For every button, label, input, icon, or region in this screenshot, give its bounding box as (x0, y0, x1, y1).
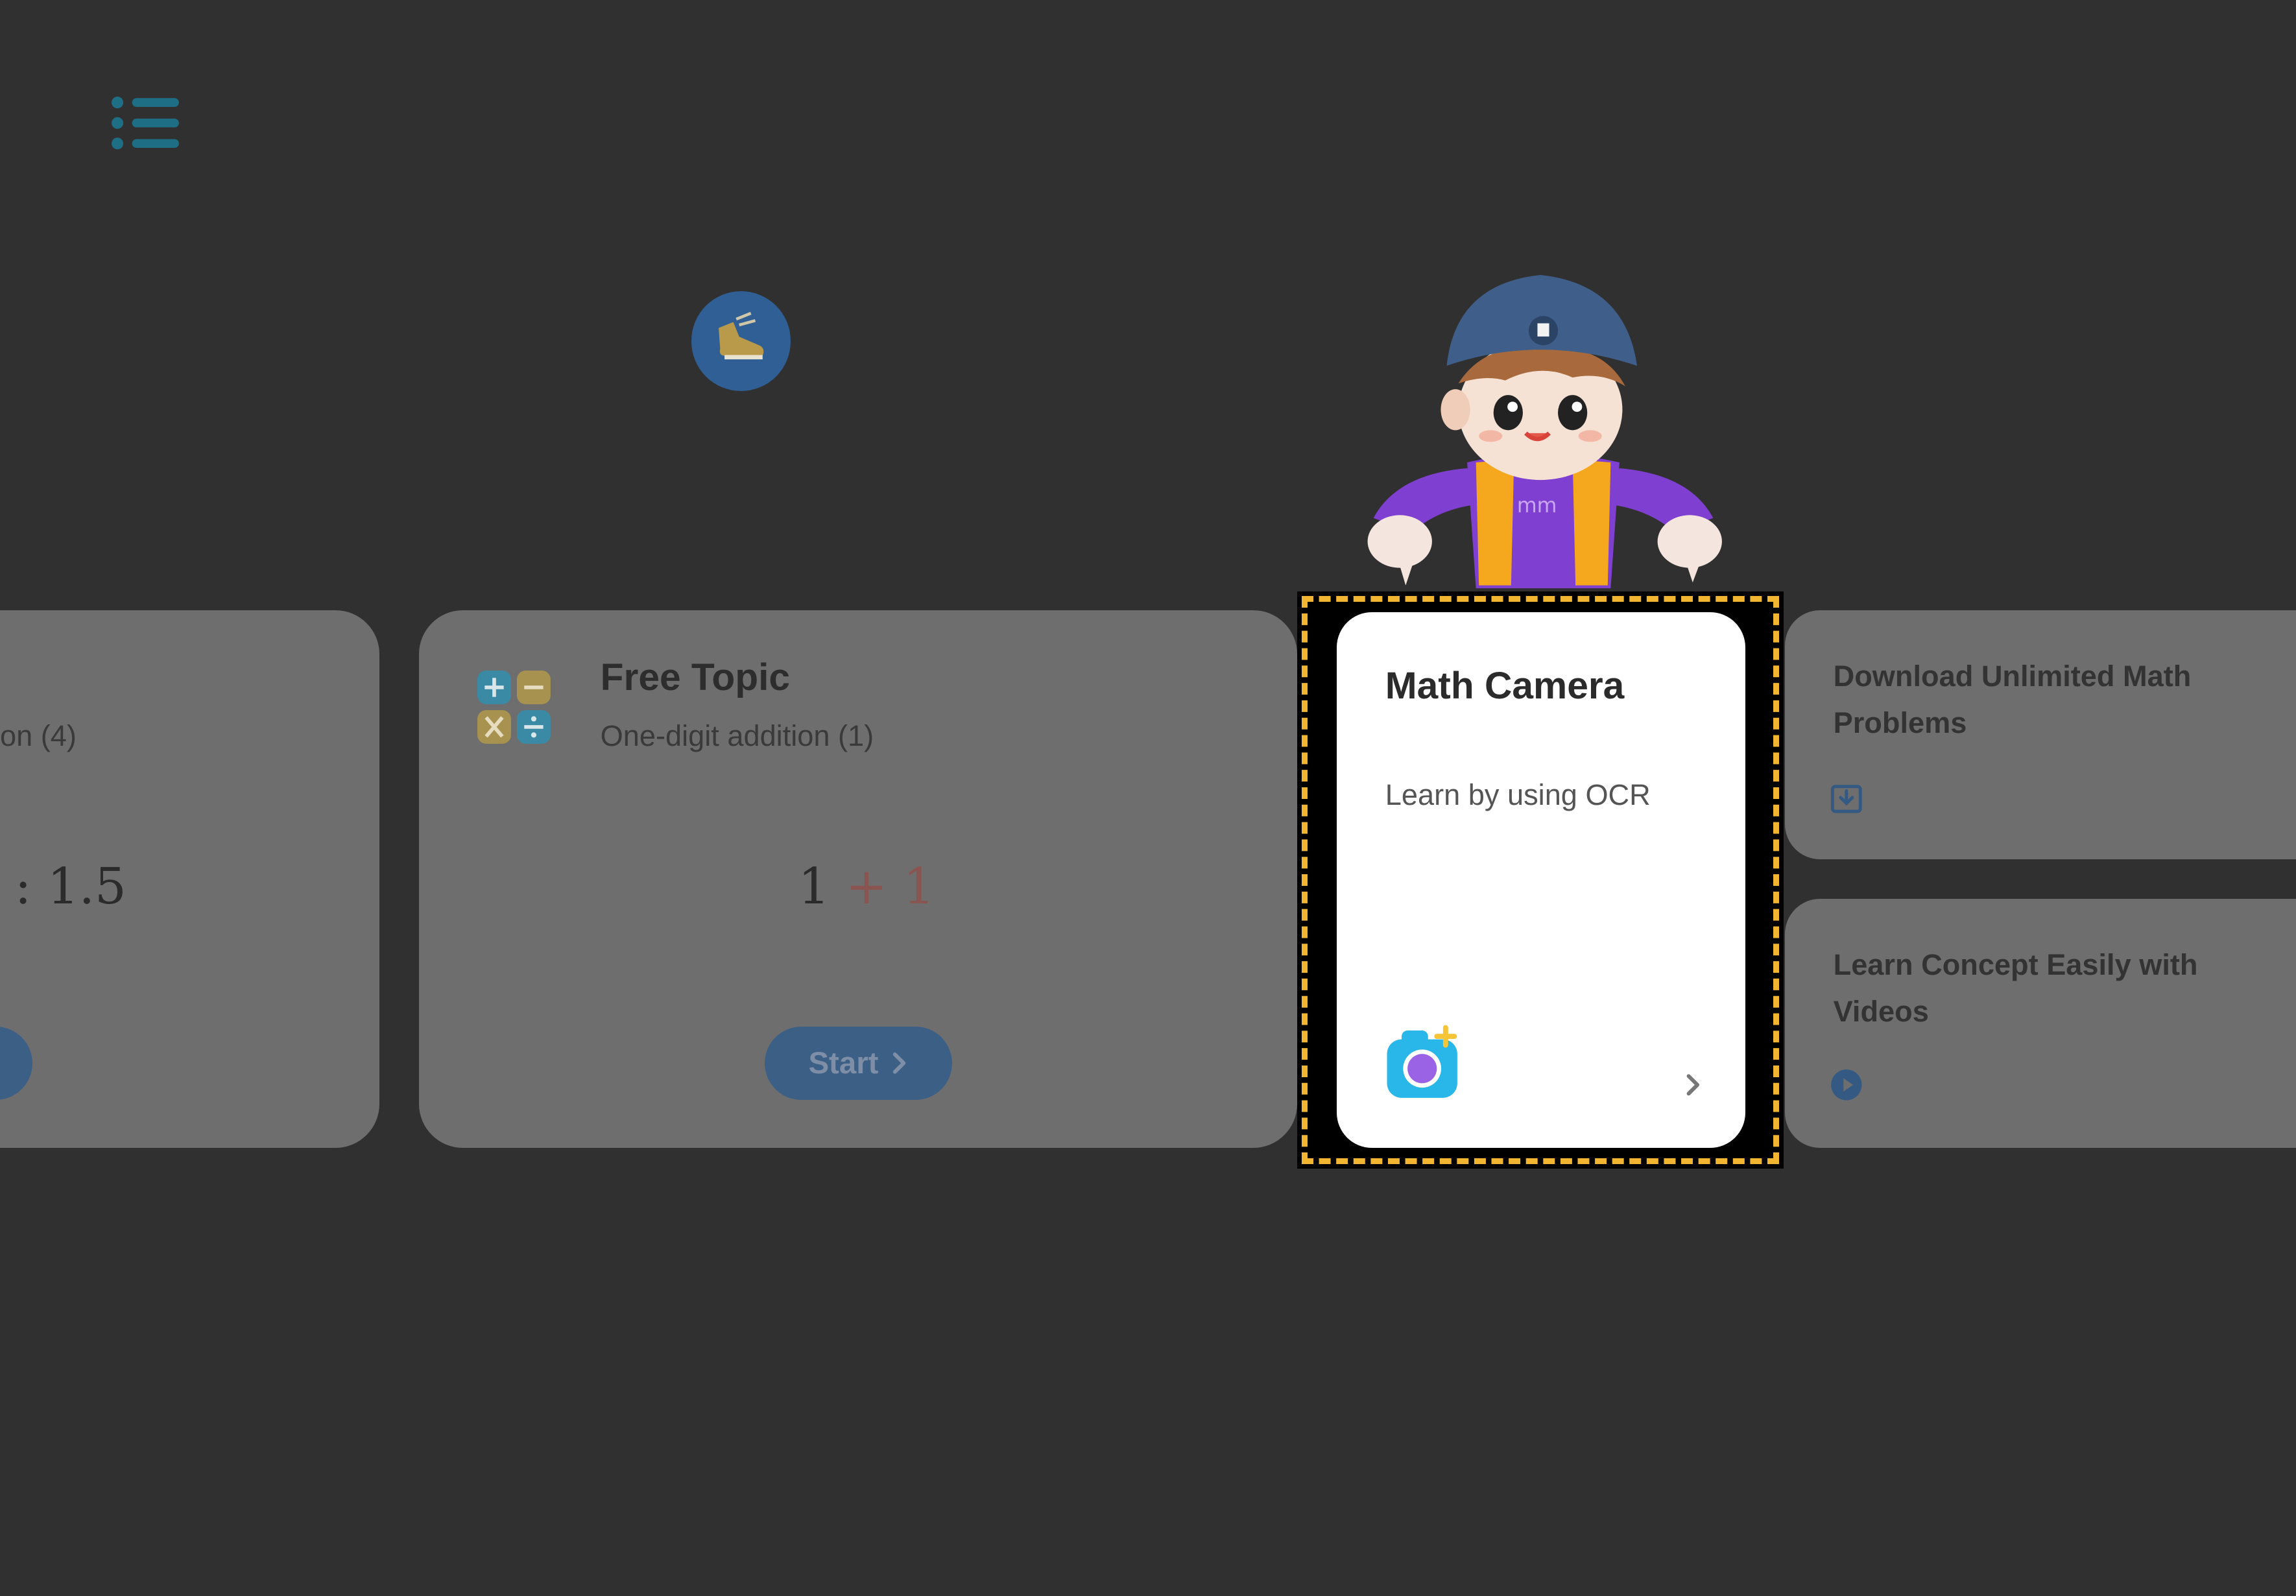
menu-list-icon[interactable] (106, 91, 185, 155)
expression-right-operand: 1 (903, 858, 935, 916)
expression-operator: + (845, 858, 887, 916)
free-topic-title: Free Topic (600, 656, 791, 699)
concept-videos-title: Learn Concept Easily with Videos (1833, 947, 2198, 1028)
math-camera-title: Math Camera (1385, 665, 1625, 708)
download-problems-title: Download Unlimited Math Problems (1833, 659, 2192, 740)
camera-icon (1384, 1025, 1463, 1101)
start-button-label: Start (808, 1045, 879, 1080)
free-topic-expression: 1 + 1 (798, 858, 935, 916)
svg-text:mm: mm (1517, 494, 1557, 518)
previous-topic-expression: : 1.5 (14, 858, 126, 916)
chevron-right-icon[interactable] (1680, 1069, 1706, 1101)
mascot-character: mm (1353, 269, 1734, 594)
start-button[interactable]: Start (764, 1026, 952, 1100)
play-icon (1830, 1069, 1863, 1101)
streak-badge[interactable] (691, 291, 791, 391)
previous-topic-subtitle: on (4) (0, 719, 77, 752)
chevron-right-icon (892, 1052, 905, 1074)
expression-left-operand: 1 (798, 858, 830, 916)
winged-shoe-icon (719, 312, 764, 360)
home-screen: on (4) : 1.5 Free Topic One-digit additi… (0, 0, 2296, 1596)
math-camera-subtitle: Learn by using OCR (1385, 778, 1651, 811)
download-icon (1830, 782, 1863, 815)
calculator-operations-icon (477, 671, 551, 744)
free-topic-subtitle: One-digit addition (1) (600, 719, 874, 752)
